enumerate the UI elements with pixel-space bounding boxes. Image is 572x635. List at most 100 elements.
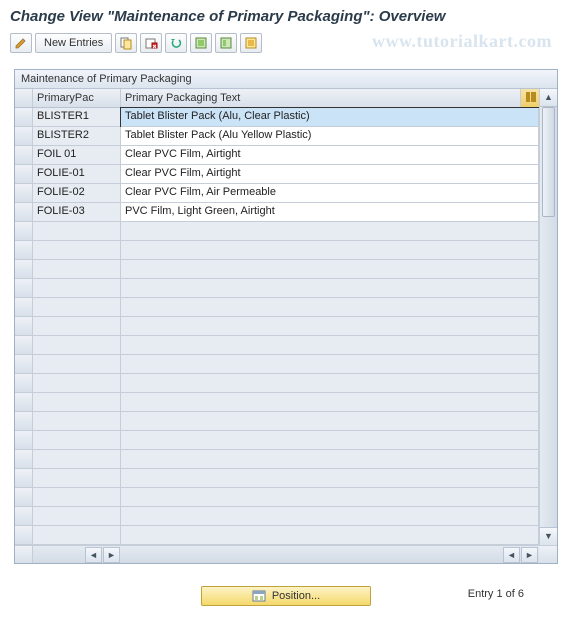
table-row[interactable] xyxy=(15,469,539,488)
primarypac-cell[interactable] xyxy=(33,450,121,469)
primarypac-cell[interactable] xyxy=(33,507,121,526)
row-selector[interactable] xyxy=(15,146,33,165)
primarypac-cell[interactable] xyxy=(33,469,121,488)
new-entries-button[interactable]: New Entries xyxy=(35,33,112,53)
header-primarytext[interactable]: Primary Packaging Text xyxy=(121,89,521,107)
primarypac-cell[interactable] xyxy=(33,298,121,317)
primarytext-cell[interactable] xyxy=(121,450,539,469)
scroll-down-button[interactable]: ▼ xyxy=(540,527,557,545)
row-selector[interactable] xyxy=(15,241,33,260)
primarypac-cell[interactable] xyxy=(33,412,121,431)
scroll-up-button[interactable]: ▲ xyxy=(540,89,557,107)
primarytext-cell[interactable] xyxy=(121,393,539,412)
primarytext-cell[interactable]: Clear PVC Film, Airtight xyxy=(121,146,539,165)
scroll-track[interactable] xyxy=(540,107,557,527)
primarypac-cell[interactable]: FOLIE-03 xyxy=(33,203,121,222)
primarypac-cell[interactable]: FOLIE-02 xyxy=(33,184,121,203)
row-selector[interactable] xyxy=(15,412,33,431)
primarypac-cell[interactable] xyxy=(33,393,121,412)
primarypac-cell[interactable] xyxy=(33,317,121,336)
row-selector[interactable] xyxy=(15,469,33,488)
primarypac-cell[interactable]: BLISTER1 xyxy=(33,108,121,127)
table-row[interactable] xyxy=(15,431,539,450)
primarypac-cell[interactable] xyxy=(33,241,121,260)
row-selector[interactable] xyxy=(15,336,33,355)
primarytext-cell[interactable] xyxy=(121,279,539,298)
table-row[interactable] xyxy=(15,279,539,298)
table-row[interactable] xyxy=(15,526,539,545)
primarytext-cell[interactable] xyxy=(121,317,539,336)
primarytext-cell[interactable]: Tablet Blister Pack (Alu Yellow Plastic) xyxy=(121,127,539,146)
copy-as-button[interactable] xyxy=(115,33,137,53)
position-button[interactable]: Position... xyxy=(201,586,371,606)
table-row[interactable] xyxy=(15,412,539,431)
row-selector[interactable] xyxy=(15,317,33,336)
primarypac-cell[interactable]: BLISTER2 xyxy=(33,127,121,146)
primarypac-cell[interactable] xyxy=(33,431,121,450)
table-row[interactable] xyxy=(15,260,539,279)
table-row[interactable] xyxy=(15,355,539,374)
row-selector[interactable] xyxy=(15,222,33,241)
scroll-thumb[interactable] xyxy=(542,107,555,217)
primarypac-cell[interactable]: FOLIE-01 xyxy=(33,165,121,184)
table-row[interactable] xyxy=(15,298,539,317)
table-row[interactable]: FOIL 01Clear PVC Film, Airtight xyxy=(15,146,539,165)
col1-scroll-right-button[interactable]: ► xyxy=(103,547,120,563)
primarypac-cell[interactable] xyxy=(33,260,121,279)
col2-scroll-right-button[interactable]: ► xyxy=(521,547,538,563)
row-selector[interactable] xyxy=(15,127,33,146)
primarytext-cell[interactable] xyxy=(121,260,539,279)
header-primarypac[interactable]: PrimaryPac xyxy=(33,89,121,107)
select-all-button[interactable] xyxy=(190,33,212,53)
primarypac-cell[interactable] xyxy=(33,336,121,355)
table-row[interactable]: BLISTER1Tablet Blister Pack (Alu, Clear … xyxy=(15,108,539,127)
table-row[interactable] xyxy=(15,222,539,241)
primarypac-cell[interactable] xyxy=(33,488,121,507)
primarytext-cell[interactable] xyxy=(121,241,539,260)
primarytext-cell[interactable] xyxy=(121,469,539,488)
row-selector[interactable] xyxy=(15,184,33,203)
primarytext-cell[interactable] xyxy=(121,431,539,450)
vertical-scrollbar[interactable]: ▲ ▼ xyxy=(539,89,557,545)
row-selector[interactable] xyxy=(15,374,33,393)
row-selector[interactable] xyxy=(15,488,33,507)
header-configure-button[interactable] xyxy=(521,89,539,107)
primarypac-cell[interactable] xyxy=(33,526,121,545)
row-selector[interactable] xyxy=(15,355,33,374)
col2-scroll-left-button[interactable]: ◄ xyxy=(503,547,520,563)
row-selector[interactable] xyxy=(15,279,33,298)
row-selector[interactable] xyxy=(15,507,33,526)
primarypac-cell[interactable] xyxy=(33,279,121,298)
table-row[interactable] xyxy=(15,488,539,507)
row-selector[interactable] xyxy=(15,298,33,317)
table-row[interactable] xyxy=(15,241,539,260)
table-row[interactable]: FOLIE-01Clear PVC Film, Airtight xyxy=(15,165,539,184)
primarypac-cell[interactable]: FOIL 01 xyxy=(33,146,121,165)
primarypac-cell[interactable] xyxy=(33,374,121,393)
col1-scroll-left-button[interactable]: ◄ xyxy=(85,547,102,563)
undo-button[interactable] xyxy=(165,33,187,53)
table-row[interactable] xyxy=(15,450,539,469)
primarytext-cell[interactable] xyxy=(121,412,539,431)
primarypac-cell[interactable] xyxy=(33,222,121,241)
table-row[interactable] xyxy=(15,374,539,393)
primarytext-cell[interactable] xyxy=(121,526,539,545)
row-selector[interactable] xyxy=(15,431,33,450)
primarytext-cell[interactable]: Clear PVC Film, Airtight xyxy=(121,165,539,184)
table-row[interactable]: FOLIE-03PVC Film, Light Green, Airtight xyxy=(15,203,539,222)
primarytext-cell[interactable] xyxy=(121,355,539,374)
row-selector[interactable] xyxy=(15,260,33,279)
select-block-button[interactable] xyxy=(215,33,237,53)
row-selector[interactable] xyxy=(15,526,33,545)
primarytext-cell[interactable] xyxy=(121,374,539,393)
row-selector[interactable] xyxy=(15,450,33,469)
primarypac-cell[interactable] xyxy=(33,355,121,374)
primarytext-cell[interactable] xyxy=(121,336,539,355)
row-selector[interactable] xyxy=(15,165,33,184)
primarytext-cell[interactable]: PVC Film, Light Green, Airtight xyxy=(121,203,539,222)
table-row[interactable] xyxy=(15,393,539,412)
row-selector[interactable] xyxy=(15,393,33,412)
primarytext-cell[interactable] xyxy=(121,507,539,526)
table-row[interactable] xyxy=(15,317,539,336)
primarytext-cell[interactable] xyxy=(121,222,539,241)
